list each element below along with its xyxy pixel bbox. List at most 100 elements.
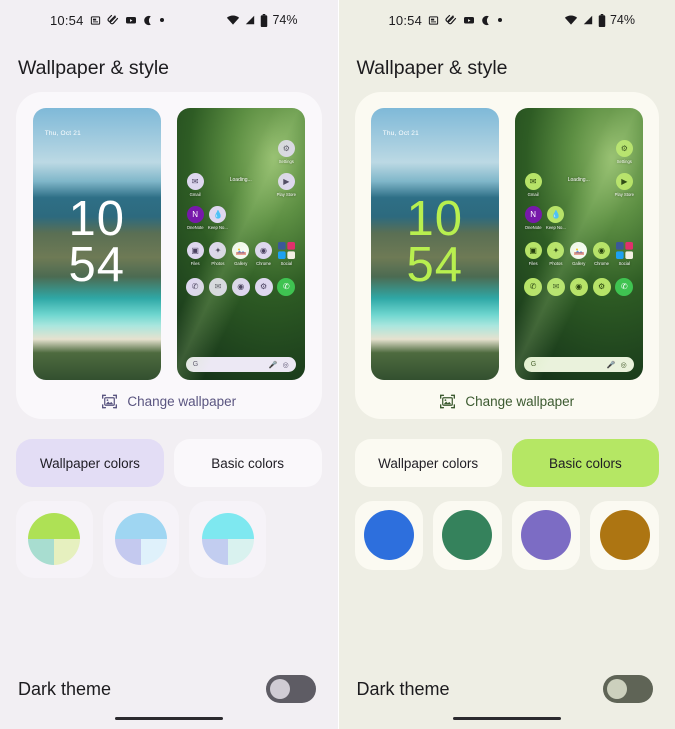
clipboard-icon	[107, 14, 119, 26]
battery-icon	[598, 13, 606, 27]
onenote-icon: N	[186, 206, 204, 223]
app-icon-settings[interactable]: ⚙ Settings	[613, 140, 636, 164]
status-bar: 10:54 74%	[0, 0, 338, 40]
app-label: Gmail	[189, 192, 201, 197]
microphone-icon[interactable]: 🎤	[269, 361, 278, 369]
app-icon-gmail[interactable]: ✉ Gmail	[184, 173, 207, 197]
color-swatch-option[interactable]	[511, 501, 581, 570]
color-swatch-list	[354, 501, 659, 570]
status-time: 10:54	[50, 12, 84, 28]
loading-text: Loading...	[567, 177, 590, 183]
toggle-knob	[607, 679, 627, 699]
color-source-tabs: Wallpaper colors Basic colors	[16, 439, 322, 487]
change-wallpaper-button[interactable]: Change wallpaper	[439, 394, 574, 409]
dark-theme-toggle[interactable]	[603, 675, 653, 703]
wifi-icon	[226, 14, 240, 26]
dot-icon	[498, 18, 503, 22]
news-icon	[90, 15, 101, 26]
google-lens-icon[interactable]: ◎	[621, 361, 627, 369]
battery-icon	[260, 13, 268, 27]
google-lens-icon[interactable]: ◎	[283, 361, 289, 369]
lock-screen-preview[interactable]: Thu, Oct 21 10 54	[370, 108, 499, 380]
home-screen-preview[interactable]: ⚙ Settings ✉ Gmail Loading... ▶ Play Sto…	[176, 108, 305, 380]
app-icon-files[interactable]: ▣ Files	[184, 242, 207, 266]
app-icon-chrome[interactable]: ◉ Chrome	[252, 242, 275, 266]
news-icon	[428, 15, 439, 26]
tab-basic-colors[interactable]: Basic colors	[511, 439, 659, 487]
app-icon-keep-notes[interactable]: 💧 Keep No...	[207, 206, 230, 230]
app-icon-play-store[interactable]: ▶ Play Store	[613, 173, 636, 197]
app-icon-chrome[interactable]: ◉ Chrome	[590, 242, 613, 266]
color-swatch-option[interactable]	[590, 501, 659, 570]
app-icon-photos[interactable]: ✦ Photos	[545, 242, 568, 266]
app-icon-files[interactable]: ▣ Files	[522, 242, 545, 266]
page-title: Wallpaper & style	[18, 56, 170, 79]
app-folder-social[interactable]: Social	[613, 242, 636, 266]
app-icon-onenote[interactable]: N OneNote	[522, 206, 545, 230]
settings-gear-icon: ⚙	[254, 278, 273, 296]
image-frame-icon	[101, 394, 118, 409]
dock-icon-whatsapp[interactable]: ✆	[275, 278, 298, 296]
color-swatch-option[interactable]	[16, 501, 93, 578]
google-search-bar[interactable]: G 🎤 ◎	[185, 357, 296, 372]
dual-screenshot-comparison: 10:54 74% Wallpaper & style Thu, Oct 21 …	[0, 0, 675, 729]
camera-icon: ◉	[569, 278, 588, 296]
change-wallpaper-button[interactable]: Change wallpaper	[101, 394, 236, 409]
color-swatch-option[interactable]	[102, 501, 180, 578]
dock-icon-phone[interactable]: ✆	[522, 278, 545, 296]
clock-minutes: 54	[68, 238, 125, 292]
onenote-icon: N	[524, 206, 542, 223]
color-swatch-option[interactable]	[189, 501, 267, 578]
dock-icon-camera[interactable]: ◉	[229, 278, 252, 296]
lock-screen-preview[interactable]: Thu, Oct 21 10 54	[32, 108, 161, 380]
social-folder-icon	[277, 242, 295, 259]
app-label: OneNote	[524, 225, 542, 230]
page-title: Wallpaper & style	[356, 56, 508, 79]
app-icon-gallery[interactable]: Gallery	[229, 242, 252, 266]
tab-basic-colors[interactable]: Basic colors	[173, 439, 322, 487]
battery-percentage: 74%	[609, 13, 635, 27]
tab-wallpaper-colors[interactable]: Wallpaper colors	[16, 439, 164, 487]
google-search-bar[interactable]: G 🎤 ◎	[523, 357, 634, 372]
dock-icon-settings[interactable]: ⚙	[590, 278, 613, 296]
youtube-icon	[125, 14, 137, 26]
phone-icon: ✆	[524, 278, 543, 296]
home-indicator	[452, 717, 561, 720]
app-icon-settings[interactable]: ⚙ Settings	[275, 140, 298, 164]
app-icon-onenote[interactable]: N OneNote	[184, 206, 207, 230]
color-swatch-option[interactable]	[433, 501, 502, 570]
clipboard-icon	[445, 14, 457, 26]
app-icon-gallery[interactable]: Gallery	[567, 242, 590, 266]
tab-label: Basic colors	[548, 455, 622, 471]
app-icon-photos[interactable]: ✦ Photos	[207, 242, 230, 266]
dock-icon-messages[interactable]: ✉	[545, 278, 568, 296]
dark-theme-toggle[interactable]	[265, 675, 316, 703]
microphone-icon[interactable]: 🎤	[607, 361, 616, 369]
play-store-icon: ▶	[615, 173, 633, 190]
dark-theme-row[interactable]: Dark theme	[0, 675, 338, 703]
dock-icon-messages[interactable]: ✉	[207, 278, 230, 296]
color-swatch-option[interactable]	[354, 501, 424, 570]
status-time: 10:54	[388, 12, 423, 28]
swatch-light-blue	[115, 513, 167, 566]
dock-icon-whatsapp[interactable]: ✆	[613, 278, 636, 296]
lock-screen-date: Thu, Oct 21	[382, 130, 419, 137]
panel-basic-colors: 10:54 74% Wallpaper & style Thu, Oct 21 …	[338, 0, 675, 729]
loading-text: Loading...	[229, 177, 252, 183]
tab-wallpaper-colors[interactable]: Wallpaper colors	[354, 439, 502, 487]
dark-theme-row[interactable]: Dark theme	[339, 675, 675, 703]
wallpaper-preview-card: Thu, Oct 21 10 54 ⚙ Settings ✉ Gmail Loa…	[16, 92, 322, 419]
dock-icon-phone[interactable]: ✆	[184, 278, 207, 296]
wifi-icon	[564, 14, 578, 26]
home-screen-preview[interactable]: ⚙ Settings ✉ Gmail Loading... ▶ Play Sto…	[514, 108, 643, 380]
app-folder-social[interactable]: Social	[275, 242, 298, 266]
dock-icon-camera[interactable]: ◉	[567, 278, 590, 296]
app-icon-play-store[interactable]: ▶ Play Store	[275, 173, 298, 197]
dock-icon-settings[interactable]: ⚙	[252, 278, 275, 296]
app-icon-gmail[interactable]: ✉ Gmail	[522, 173, 545, 197]
lock-screen-clock: 10 54	[371, 195, 499, 290]
app-icon-keep-notes[interactable]: 💧 Keep No...	[545, 206, 568, 230]
app-label: Keep No...	[208, 225, 228, 230]
app-label: Gallery	[572, 261, 586, 266]
swatch-cyan	[201, 513, 254, 566]
